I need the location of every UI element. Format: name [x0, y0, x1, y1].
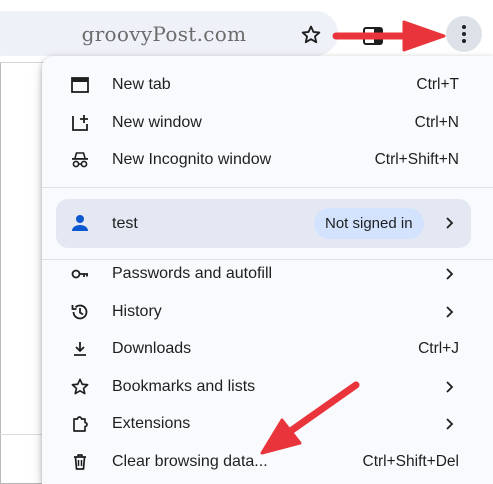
menu-item-shortcut: Ctrl+Shift+Del: [362, 453, 459, 470]
chevron-right-icon: [446, 268, 454, 280]
side-panel-icon[interactable]: [362, 26, 384, 46]
person-icon: [72, 215, 88, 231]
menu-item-label: New Incognito window: [112, 151, 272, 168]
sign-in-status-badge[interactable]: Not signed in: [314, 208, 424, 239]
menu-item-downloads[interactable]: Downloads Ctrl+J: [42, 331, 493, 367]
browser-toolbar: groovyPost.com: [0, 0, 493, 63]
star-outline-icon: [71, 378, 89, 395]
chrome-main-menu: New tab Ctrl+T New window Ctrl+N New Inc…: [42, 56, 493, 484]
menu-dot-icon: [462, 32, 466, 36]
menu-item-label: Bookmarks and lists: [112, 378, 256, 395]
menu-item-shortcut: Ctrl+T: [416, 76, 459, 93]
menu-dot-icon: [462, 39, 466, 43]
profile-name: test: [112, 215, 138, 232]
menu-item-label: Extensions: [112, 415, 191, 432]
menu-item-label: Downloads: [112, 340, 192, 357]
menu-item-label: New window: [112, 114, 202, 131]
menu-item-passwords-and-autofill[interactable]: Passwords and autofill: [42, 256, 493, 292]
history-icon: [71, 304, 88, 320]
menu-item-label: Passwords and autofill: [112, 265, 273, 282]
menu-item-new-tab[interactable]: New tab Ctrl+T: [42, 67, 493, 103]
chevron-right-icon: [446, 381, 454, 393]
menu-item-shortcut: Ctrl+J: [418, 340, 459, 357]
menu-divider: [42, 187, 493, 188]
menu-item-label: Clear browsing data...: [112, 453, 268, 470]
address-bar-text[interactable]: groovyPost.com: [0, 22, 328, 46]
menu-item-bookmarks-and-lists[interactable]: Bookmarks and lists: [42, 369, 493, 405]
chevron-right-icon: [446, 306, 454, 318]
chrome-menu-button[interactable]: [446, 16, 482, 52]
menu-item-label: New tab: [112, 76, 171, 93]
key-icon: [71, 269, 88, 279]
menu-profile-row[interactable]: test Not signed in: [56, 199, 471, 248]
chevron-right-icon: [446, 418, 454, 430]
menu-item-extensions[interactable]: Extensions: [42, 406, 493, 442]
menu-item-shortcut: Ctrl+Shift+N: [374, 151, 459, 168]
incognito-icon: [72, 152, 88, 168]
new-tab-icon: [71, 77, 89, 93]
menu-item-new-incognito-window[interactable]: New Incognito window Ctrl+Shift+N: [42, 142, 493, 178]
menu-item-clear-browsing-data[interactable]: Clear browsing data... Ctrl+Shift+Del: [42, 444, 493, 480]
profile-avatar-icon[interactable]: [408, 26, 430, 46]
menu-dot-icon: [462, 25, 466, 29]
trash-icon: [74, 454, 86, 470]
menu-item-shortcut: Ctrl+N: [414, 114, 459, 131]
new-window-icon: [72, 115, 88, 131]
menu-item-label: History: [112, 303, 162, 320]
menu-item-history[interactable]: History: [42, 294, 493, 330]
menu-item-new-window[interactable]: New window Ctrl+N: [42, 105, 493, 141]
chevron-right-icon: [446, 217, 454, 229]
puzzle-icon: [73, 416, 88, 432]
download-icon: [74, 342, 86, 356]
bookmark-star-icon[interactable]: [300, 24, 322, 46]
